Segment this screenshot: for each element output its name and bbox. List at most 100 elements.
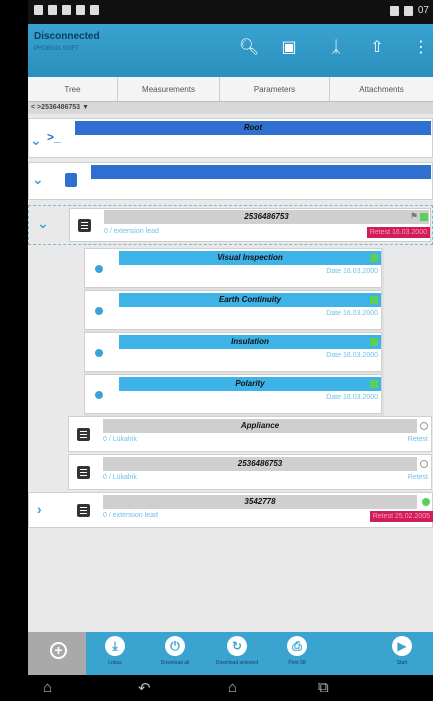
tab-parameters[interactable]: Parameters — [220, 77, 330, 101]
status-ok-icon — [370, 380, 378, 388]
battery-icon — [403, 5, 413, 16]
search-icon[interactable]: 🔍︎ — [238, 37, 260, 59]
chevron-down-icon[interactable]: ⌄ — [30, 132, 42, 149]
bluetooth-icon[interactable]: ᛣ — [325, 37, 347, 59]
tab-tree[interactable]: Tree — [28, 77, 118, 101]
test-item[interactable]: Insulation Date 16.03.2000 — [84, 332, 382, 372]
lobus-label: Lobus — [108, 660, 122, 666]
tab-attachments[interactable]: Attachments — [330, 77, 433, 101]
breadcrumb[interactable]: < >2536486753 ▼ — [28, 102, 433, 114]
test-title: Insulation — [119, 335, 381, 349]
item-retest: Retest — [407, 474, 428, 481]
clock-icon — [420, 422, 428, 430]
status-ok-icon — [370, 338, 378, 346]
download-all-button[interactable]: ⏻ Download all — [146, 632, 204, 675]
item-title: Appliance — [103, 419, 417, 433]
document-icon — [77, 428, 90, 441]
action-bar: Disconnected PHOENIX SOFT 🔍︎ ▣ ᛣ ⇧ ⋮ — [28, 24, 433, 77]
notification-icon — [34, 5, 43, 15]
nav-home-shortcut-icon[interactable]: ⌂ — [43, 679, 52, 696]
document-icon — [77, 466, 90, 479]
notification-icon — [90, 5, 99, 15]
chevron-down-icon[interactable]: ⌄ — [32, 171, 44, 188]
test-title: Polarity — [119, 377, 381, 391]
start-button[interactable]: ▶ Start — [373, 632, 431, 675]
item-subtitle: 0 / extension lead — [103, 512, 158, 519]
test-title: Earth Continuity — [119, 293, 381, 307]
chevron-right-icon[interactable]: › — [37, 501, 42, 517]
status-ok-icon — [370, 296, 378, 304]
status-ok-icon — [370, 254, 378, 262]
tree-node-collapsed[interactable]: › 3542778 0 / extension lead Retest 25.0… — [28, 492, 433, 528]
test-item[interactable]: Polarity Date 16.03.2000 — [84, 374, 382, 414]
notification-icon — [48, 5, 57, 15]
test-date: Date 16.03.2000 — [326, 352, 378, 359]
notification-icon — [76, 5, 85, 15]
start-label: Start — [396, 660, 408, 666]
item-title: 2536486753 — [103, 457, 417, 471]
tree-node-database[interactable]: ⌄ — [28, 162, 433, 200]
add-button[interactable]: + — [28, 632, 86, 675]
tree-view: ⌄ >_ Root ⌄ ⌄ 2536486753 ⚑ 0 / extension… — [28, 114, 433, 632]
upload-icon[interactable]: ⇧ — [366, 37, 388, 59]
tree-item[interactable]: Appliance 0 / Lükalrik Retest — [68, 416, 432, 452]
app-subtitle: PHOENIX SOFT — [34, 46, 79, 52]
chevron-down-icon[interactable]: ⌄ — [37, 215, 49, 232]
clock-icon — [420, 460, 428, 468]
save-icon[interactable]: ▣ — [278, 37, 300, 59]
back-icon[interactable]: ↶ — [138, 679, 151, 697]
root-title: Root — [75, 121, 431, 135]
item-title: 3542778 — [103, 495, 417, 509]
item-subtitle: 0 / Lükalrik — [103, 436, 137, 443]
wifi-icon — [389, 5, 399, 16]
overflow-menu-icon[interactable]: ⋮ — [410, 37, 432, 59]
status-bar: 07 — [28, 0, 433, 24]
recent-apps-icon[interactable]: ⧉ — [318, 679, 329, 696]
download-selected-label: Download selected — [215, 660, 259, 666]
test-item[interactable]: Earth Continuity Date 16.03.2000 — [84, 290, 382, 330]
tab-bar: Tree Measurements Parameters Attachments — [28, 77, 433, 102]
test-dot-icon — [95, 307, 103, 315]
document-icon — [77, 504, 90, 517]
tab-measurements[interactable]: Measurements — [118, 77, 220, 101]
tree-item[interactable]: 2536486753 0 / Lükalrik Retest — [68, 454, 432, 490]
download-selected-button[interactable]: ↻ Download selected — [206, 632, 268, 675]
app-logo[interactable]: Disconnected PHOENIX SOFT — [34, 31, 104, 57]
play-icon: ▶ — [392, 636, 412, 656]
test-date: Date 16.03.2000 — [326, 268, 378, 275]
main-subtitle: 0 / extension lead — [104, 228, 159, 235]
test-item[interactable]: Visual Inspection Date 16.03.2000 — [84, 248, 382, 288]
test-dot-icon — [95, 265, 103, 273]
connection-status: Disconnected — [34, 31, 100, 42]
status-ok-icon — [422, 498, 430, 506]
status-time: 07 — [417, 5, 429, 16]
document-icon — [78, 219, 91, 232]
status-ok-icon — [420, 213, 428, 221]
download-all-label: Download all — [160, 660, 190, 666]
retest-badge: Retest 16.03.2000 — [366, 227, 430, 238]
print-icon: ⎙ — [287, 636, 307, 656]
main-title: 2536486753 — [104, 210, 429, 224]
refresh-icon: ↻ — [227, 636, 247, 656]
home-icon[interactable]: ⌂ — [228, 679, 237, 696]
power-icon: ⏻ — [165, 636, 185, 656]
print-label: Print 08 — [288, 660, 306, 666]
device-screen: 07 Disconnected PHOENIX SOFT 🔍︎ ▣ ᛣ ⇧ ⋮ … — [28, 0, 433, 701]
tree-node-main[interactable]: ⌄ 2536486753 ⚑ 0 / extension lead Retest… — [28, 205, 433, 245]
test-date: Date 16.03.2000 — [326, 394, 378, 401]
print-button[interactable]: ⎙ Print 08 — [268, 632, 326, 675]
flag-icon: ⚑ — [409, 211, 418, 221]
lobus-button[interactable]: ⤓ Lobus — [86, 632, 144, 675]
item-subtitle: 0 / Lükalrik — [103, 474, 137, 481]
test-dot-icon — [95, 349, 103, 357]
terminal-icon: >_ — [47, 130, 61, 144]
database-icon — [65, 173, 77, 187]
retest-badge: Retest 25.02.2005 — [369, 511, 433, 522]
database-bar — [91, 165, 431, 179]
plus-icon: + — [50, 642, 67, 659]
tree-node-root[interactable]: ⌄ >_ Root — [28, 118, 433, 158]
download-icon: ⤓ — [105, 636, 125, 656]
system-nav-bar: ⌂ ↶ ⌂ ⧉ — [28, 675, 433, 701]
test-date: Date 16.03.2000 — [326, 310, 378, 317]
item-retest: Retest — [407, 436, 428, 443]
